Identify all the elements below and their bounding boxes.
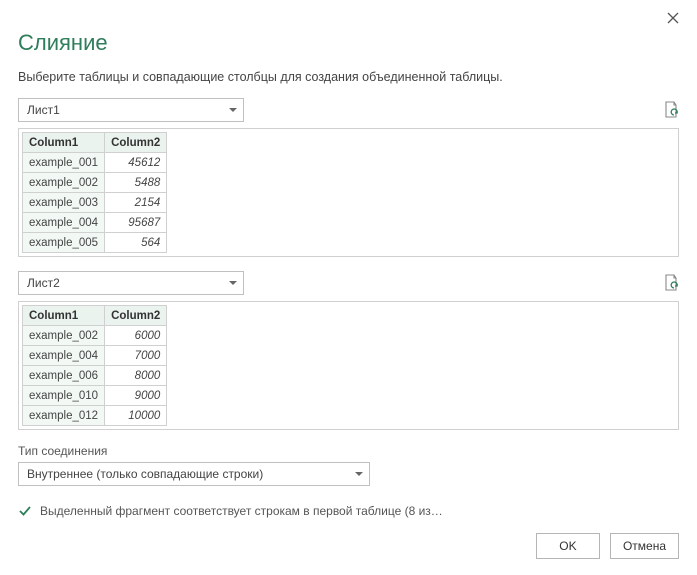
primary-table-preview: Column1 Column2 example_00145612 example… xyxy=(18,128,679,257)
primary-table-dropdown[interactable]: Лист1 xyxy=(18,98,244,122)
table-row[interactable]: example_0025488 xyxy=(23,173,167,193)
table-row[interactable]: example_0109000 xyxy=(23,386,167,406)
table-row[interactable]: example_00145612 xyxy=(23,153,167,173)
join-type-label: Тип соединения xyxy=(18,444,679,458)
status-text: Выделенный фрагмент соответствует строка… xyxy=(40,504,443,518)
table-row[interactable]: example_00495687 xyxy=(23,213,167,233)
table-row[interactable]: example_0026000 xyxy=(23,326,167,346)
table-header-row: Column1 Column2 xyxy=(23,133,167,153)
table-row[interactable]: example_0047000 xyxy=(23,346,167,366)
join-type-selected: Внутреннее (только совпадающие строки) xyxy=(27,467,263,481)
close-icon[interactable] xyxy=(663,10,683,28)
join-type-dropdown[interactable]: Внутреннее (только совпадающие строки) xyxy=(18,462,370,486)
refresh-icon[interactable] xyxy=(661,273,679,293)
cancel-button[interactable]: Отмена xyxy=(610,533,679,559)
column-header[interactable]: Column1 xyxy=(23,133,105,153)
table-row[interactable]: example_0032154 xyxy=(23,193,167,213)
column-header[interactable]: Column2 xyxy=(105,306,167,326)
table-row[interactable]: example_0068000 xyxy=(23,366,167,386)
secondary-table-selected: Лист2 xyxy=(27,276,60,290)
ok-button[interactable]: OK xyxy=(536,533,600,559)
table-row[interactable]: example_005564 xyxy=(23,233,167,253)
secondary-table-dropdown[interactable]: Лист2 xyxy=(18,271,244,295)
table-header-row: Column1 Column2 xyxy=(23,306,167,326)
dialog-subtitle: Выберите таблицы и совпадающие столбцы д… xyxy=(18,70,679,84)
chevron-down-icon xyxy=(229,281,237,285)
column-header[interactable]: Column2 xyxy=(105,133,167,153)
dialog-title: Слияние xyxy=(18,30,679,56)
primary-table-selected: Лист1 xyxy=(27,103,60,117)
secondary-table-preview: Column1 Column2 example_0026000 example_… xyxy=(18,301,679,430)
refresh-icon[interactable] xyxy=(661,100,679,120)
check-icon xyxy=(18,504,32,518)
chevron-down-icon xyxy=(355,472,363,476)
table-row[interactable]: example_01210000 xyxy=(23,406,167,426)
column-header[interactable]: Column1 xyxy=(23,306,105,326)
chevron-down-icon xyxy=(229,108,237,112)
